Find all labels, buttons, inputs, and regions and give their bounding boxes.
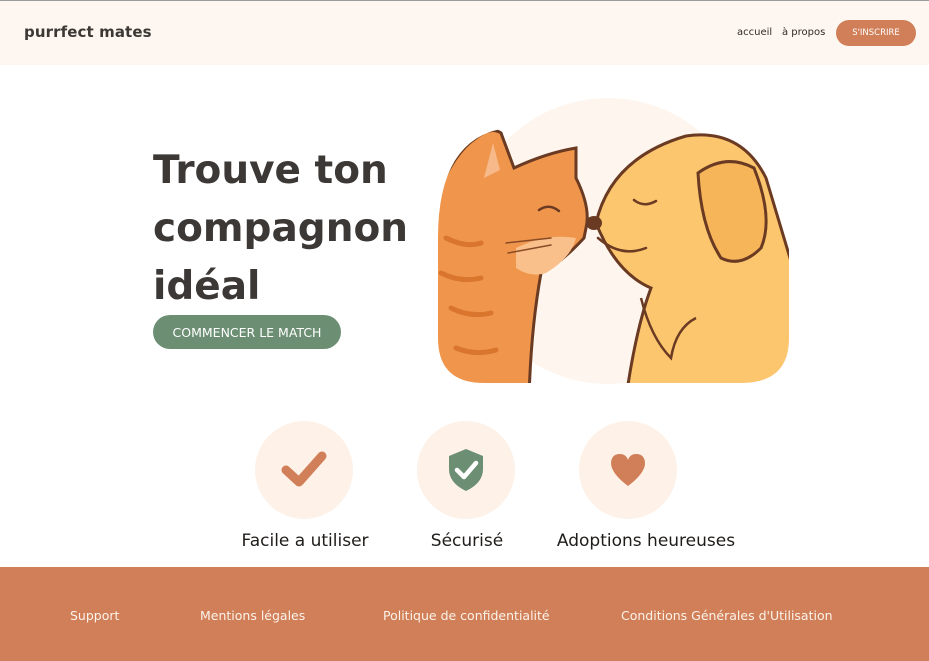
hero-title-line: compagnon	[153, 206, 409, 251]
hero-title: Trouve ton compagnon idéal	[153, 142, 413, 316]
feature-icon-circle	[579, 421, 677, 519]
check-icon	[281, 451, 327, 487]
signup-button[interactable]: S'INSCRIRE	[836, 20, 916, 46]
nose	[586, 216, 602, 230]
feature-icon-circle	[255, 421, 353, 519]
footer-link-support[interactable]: Support	[70, 608, 119, 623]
hero-title-line: Trouve ton	[153, 148, 388, 193]
hero-title-line: idéal	[153, 264, 261, 309]
footer-link-legal[interactable]: Mentions légales	[200, 608, 305, 623]
start-match-button[interactable]: COMMENCER LE MATCH	[153, 315, 341, 349]
footer-link-terms[interactable]: Conditions Générales d'Utilisation	[621, 608, 833, 623]
site-header: purrfect mates accueil à propos S'INSCRI…	[0, 1, 929, 65]
feature-icon-circle	[417, 421, 515, 519]
footer-link-privacy[interactable]: Politique de confidentialité	[383, 608, 550, 623]
site-logo[interactable]: purrfect mates	[24, 23, 152, 41]
nav-link-about[interactable]: à propos	[782, 27, 825, 38]
site-footer: Support Mentions légales Politique de co…	[0, 567, 929, 661]
heart-icon	[611, 454, 645, 486]
shield-check-icon	[449, 449, 483, 491]
feature-adoptions: Adoptions heureuses	[541, 421, 751, 561]
feature-label: Adoptions heureuses	[556, 531, 736, 551]
cat-dog-illustration	[438, 98, 789, 384]
nav-link-home[interactable]: accueil	[737, 27, 772, 38]
